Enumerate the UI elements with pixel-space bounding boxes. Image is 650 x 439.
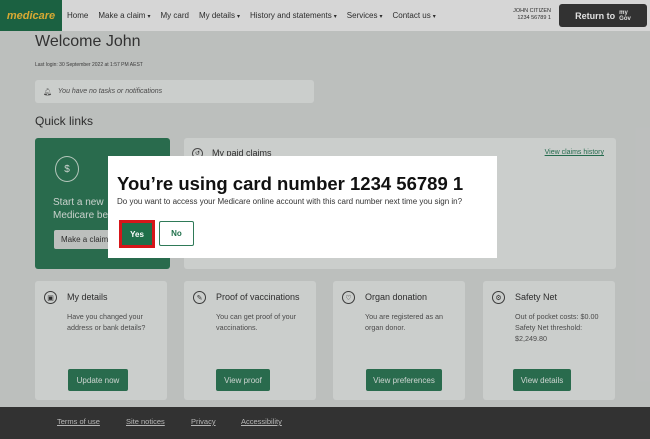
yes-button[interactable]: Yes: [122, 223, 152, 245]
dialog-title: You’re using card number 1234 56789 1: [117, 173, 464, 194]
no-button[interactable]: No: [159, 221, 194, 246]
card-number-dialog: You’re using card number 1234 56789 1 Do…: [108, 156, 497, 258]
yes-button-highlight: Yes: [119, 220, 155, 248]
dialog-message: Do you want to access your Medicare onli…: [117, 197, 463, 206]
